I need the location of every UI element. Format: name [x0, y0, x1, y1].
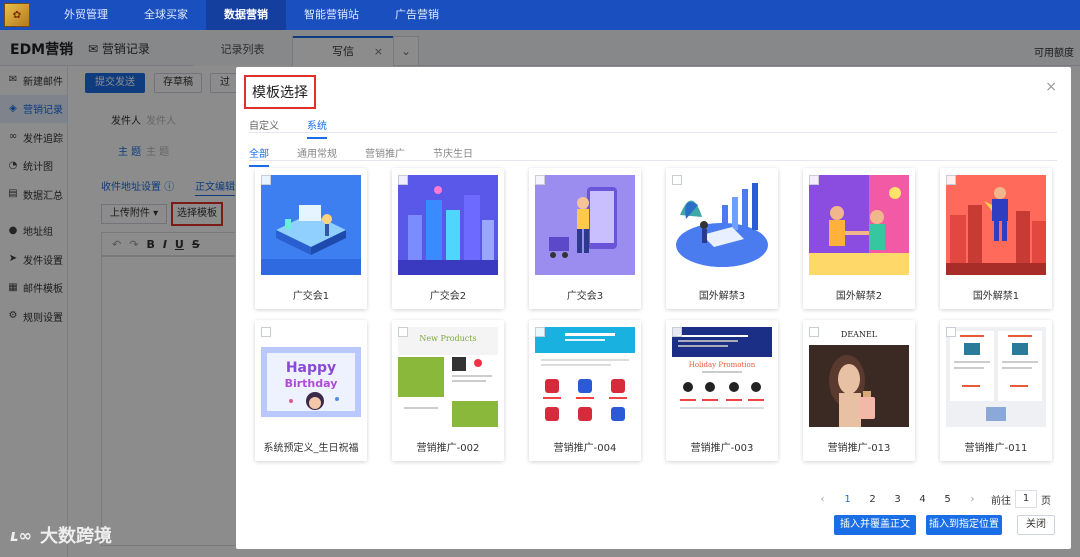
- template-thumbnail: DEANEL: [809, 327, 909, 427]
- top-nav-item[interactable]: 广告营销: [377, 0, 457, 30]
- tab-category-all[interactable]: 全部: [249, 145, 269, 167]
- close-button[interactable]: 关闭: [1017, 515, 1055, 535]
- template-checkbox[interactable]: [946, 327, 956, 337]
- template-card[interactable]: Holiday Promotion 营销推广-003: [666, 320, 778, 461]
- template-select-dialog: 模板选择 × 自定义 系统 全部 通用常规 营销推广 节庆生日 广交会1 广交会…: [236, 67, 1071, 549]
- new-products-text: New Products: [419, 334, 476, 343]
- template-card[interactable]: 营销推广-004: [529, 320, 641, 461]
- template-card[interactable]: 国外解禁2: [803, 168, 915, 309]
- template-card[interactable]: 营销推广-011: [940, 320, 1052, 461]
- template-card[interactable]: DEANEL 营销推广-013: [803, 320, 915, 461]
- template-name: 系统预定义_生日祝福: [263, 443, 359, 454]
- template-thumbnail: [535, 327, 635, 427]
- template-thumbnail: [946, 327, 1046, 427]
- tab-category-holiday[interactable]: 节庆生日: [433, 145, 473, 167]
- template-card[interactable]: 广交会1: [255, 168, 367, 309]
- template-name: 国外解禁2: [835, 291, 883, 302]
- watermark-text: 大数跨境: [39, 526, 112, 547]
- template-name: 营销推广-013: [827, 443, 891, 454]
- page-number[interactable]: 2: [860, 494, 885, 505]
- top-nav-item[interactable]: 智能营销站: [286, 0, 377, 30]
- happy-text: Happy: [286, 360, 336, 376]
- tab-category-general[interactable]: 通用常规: [297, 145, 337, 167]
- watermark: ʟ∞ 大数跨境: [10, 522, 112, 548]
- template-name: 国外解禁1: [972, 291, 1020, 302]
- template-checkbox[interactable]: [261, 175, 271, 185]
- template-thumbnail: [672, 175, 772, 275]
- app-logo: ✿: [4, 3, 30, 27]
- template-card[interactable]: Happy Birthday 系统预定义_生日祝福: [255, 320, 367, 461]
- template-thumbnail: New Products: [398, 327, 498, 427]
- template-checkbox[interactable]: [535, 327, 545, 337]
- template-checkbox[interactable]: [946, 175, 956, 185]
- chevron-right-icon[interactable]: ›: [960, 494, 985, 505]
- goto-label: 前往: [991, 495, 1011, 507]
- template-thumbnail: [535, 175, 635, 275]
- template-checkbox[interactable]: [809, 327, 819, 337]
- template-name: 营销推广-011: [964, 443, 1028, 454]
- template-name: 营销推广-004: [553, 443, 617, 454]
- pagination: ‹ 1 2 3 4 5 › 前往 1 页: [810, 490, 1051, 508]
- template-checkbox[interactable]: [535, 175, 545, 185]
- category-tabs: 全部 通用常规 营销推广 节庆生日: [249, 145, 501, 167]
- template-checkbox[interactable]: [398, 327, 408, 337]
- chevron-left-icon[interactable]: ‹: [810, 494, 835, 505]
- template-card[interactable]: 广交会3: [529, 168, 641, 309]
- deanel-text: DEANEL: [841, 330, 878, 339]
- page-suffix: 页: [1041, 495, 1051, 507]
- template-thumbnail: Holiday Promotion: [672, 327, 772, 427]
- insert-at-position-button[interactable]: 插入到指定位置: [926, 515, 1002, 535]
- template-name: 广交会1: [292, 291, 330, 302]
- top-nav-item[interactable]: 外贸管理: [46, 0, 126, 30]
- template-card[interactable]: 国外解禁1: [940, 168, 1052, 309]
- page-number[interactable]: 5: [935, 494, 960, 505]
- template-checkbox[interactable]: [261, 327, 271, 337]
- modal-mask-left: [0, 30, 68, 557]
- top-nav-item[interactable]: 全球买家: [126, 0, 206, 30]
- template-name: 营销推广-002: [416, 443, 480, 454]
- page-number[interactable]: 4: [910, 494, 935, 505]
- top-nav-item-active[interactable]: 数据营销: [206, 0, 286, 30]
- tab-system[interactable]: 系统: [307, 117, 327, 139]
- goto-page-input[interactable]: 1: [1015, 490, 1037, 508]
- template-card[interactable]: 广交会2: [392, 168, 504, 309]
- modal-mask-top: [68, 30, 1080, 66]
- watermark-logo-icon: ʟ∞: [10, 525, 32, 545]
- template-checkbox[interactable]: [672, 327, 682, 337]
- template-checkbox[interactable]: [809, 175, 819, 185]
- template-name: 国外解禁3: [698, 291, 746, 302]
- close-icon[interactable]: ×: [1045, 79, 1057, 95]
- template-name: 广交会2: [429, 291, 467, 302]
- dialog-title: 模板选择: [244, 75, 316, 109]
- template-thumbnail: Happy Birthday: [261, 327, 361, 427]
- birthday-text: Birthday: [285, 377, 338, 390]
- template-thumbnail: [398, 175, 498, 275]
- tab-custom[interactable]: 自定义: [249, 117, 279, 139]
- page-number[interactable]: 1: [835, 494, 860, 505]
- insert-and-replace-button[interactable]: 插入并覆盖正文: [834, 515, 916, 535]
- source-tabs: 自定义 系统: [249, 117, 355, 139]
- top-nav-items: 外贸管理 全球买家 数据营销 智能营销站 广告营销: [46, 0, 457, 30]
- template-checkbox[interactable]: [398, 175, 408, 185]
- template-name: 广交会3: [566, 291, 604, 302]
- page-number[interactable]: 3: [885, 494, 910, 505]
- template-card[interactable]: New Products 营销推广-002: [392, 320, 504, 461]
- top-nav-bar: ✿ 外贸管理 全球买家 数据营销 智能营销站 广告营销: [0, 0, 1080, 30]
- template-thumbnail: [261, 175, 361, 275]
- template-card[interactable]: 国外解禁3: [666, 168, 778, 309]
- template-thumbnail: [946, 175, 1046, 275]
- template-name: 营销推广-003: [690, 443, 754, 454]
- template-thumbnail: [809, 175, 909, 275]
- tab-category-marketing[interactable]: 营销推广: [365, 145, 405, 167]
- holiday-promotion-text: Holiday Promotion: [689, 361, 756, 369]
- template-checkbox[interactable]: [672, 175, 682, 185]
